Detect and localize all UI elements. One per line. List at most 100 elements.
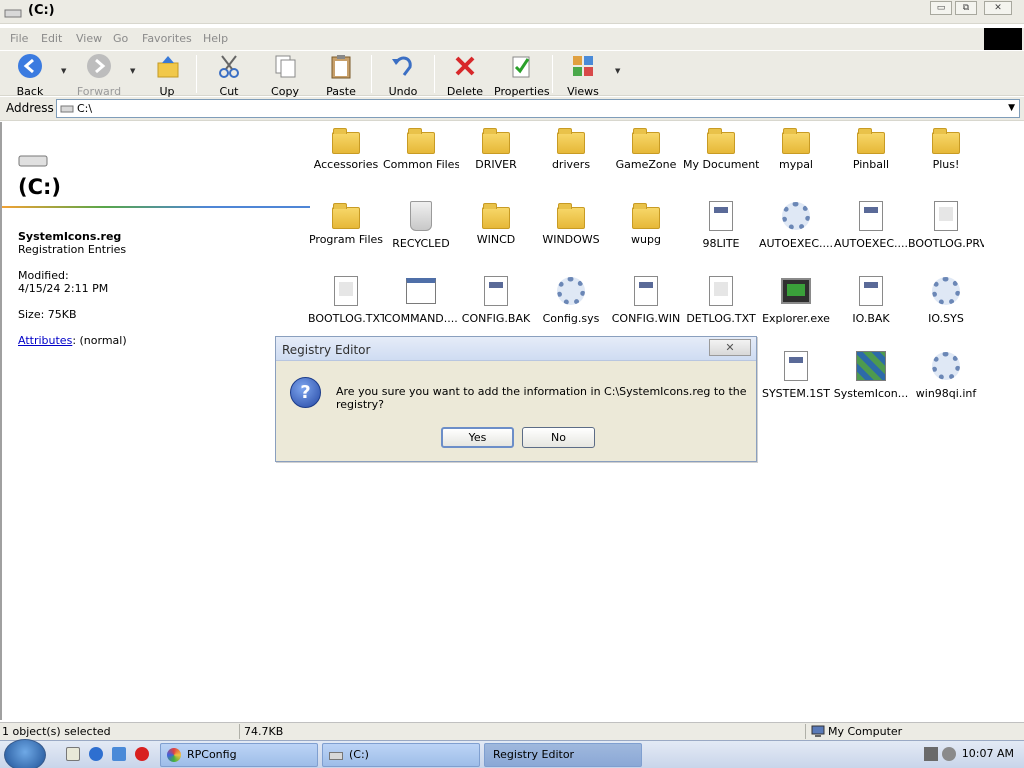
task-registry-editor[interactable]: Registry Editor — [484, 743, 642, 767]
forward-dropdown-icon[interactable]: ▼ — [130, 67, 135, 75]
folder-icon — [932, 128, 960, 154]
file-name: IO.SYS — [928, 312, 964, 325]
file-item[interactable]: CONFIG.BAK — [458, 276, 534, 325]
file-item[interactable]: 98LITE — [683, 201, 759, 250]
file-item[interactable]: Explorer.exe — [758, 276, 834, 325]
file-item[interactable]: AUTOEXEC.... — [758, 201, 834, 250]
file-item[interactable]: BOOTLOG.PRV — [908, 201, 984, 250]
folder-icon — [557, 203, 585, 229]
views-dropdown-icon[interactable]: ▼ — [615, 67, 620, 75]
selected-file-name: SystemIcons.reg — [18, 230, 122, 243]
menu-file[interactable]: File — [10, 32, 28, 45]
file-name: AUTOEXEC.... — [833, 237, 909, 250]
menu-help[interactable]: Help — [203, 32, 228, 45]
file-item[interactable]: Accessories — [308, 126, 384, 171]
file-item[interactable]: DRIVER — [458, 126, 534, 171]
file-item[interactable]: GameZone — [608, 126, 684, 171]
copy-button[interactable]: Copy — [266, 53, 304, 98]
scissors-icon — [219, 55, 239, 78]
file-name: WINCD — [476, 233, 516, 246]
folder-icon — [557, 128, 585, 154]
file-item[interactable]: BOOTLOG.TXT — [308, 276, 384, 325]
address-dropdown-icon[interactable]: ▼ — [1008, 103, 1015, 113]
menu-favorites[interactable]: Favorites — [142, 32, 192, 45]
file-item[interactable]: COMMAND.... — [383, 276, 459, 325]
doc-icon — [784, 351, 808, 381]
close-button[interactable]: ✕ — [984, 1, 1012, 15]
paste-button[interactable]: Paste — [320, 53, 362, 98]
network-tray-icon[interactable] — [924, 747, 938, 761]
file-item[interactable]: SYSTEM.1ST — [758, 351, 834, 400]
file-item[interactable]: AUTOEXEC.... — [833, 201, 909, 250]
undo-button[interactable]: Undo — [383, 53, 423, 98]
dialog-close-button[interactable]: ✕ — [709, 339, 751, 356]
no-button[interactable]: No — [522, 427, 595, 448]
file-item[interactable]: Plus! — [908, 126, 984, 171]
yes-button[interactable]: Yes — [441, 427, 514, 448]
clipboard-icon — [331, 55, 351, 79]
file-name: SYSTEM.1ST — [761, 387, 831, 400]
address-field[interactable]: C:\ ▼ — [56, 99, 1020, 118]
file-item[interactable]: DETLOG.TXT — [683, 276, 759, 325]
status-bar: 1 object(s) selected 74.7KB My Computer — [0, 722, 1024, 740]
file-item[interactable]: Common Files — [383, 126, 459, 171]
start-button[interactable] — [4, 739, 46, 768]
task-c-drive[interactable]: (C:) — [322, 743, 480, 767]
file-item[interactable]: RECYCLED — [383, 201, 459, 250]
doc-plain-icon — [709, 276, 733, 306]
internet-explorer-icon[interactable] — [89, 747, 103, 761]
file-item[interactable]: Config.sys — [533, 276, 609, 325]
file-item[interactable]: CONFIG.WIN — [608, 276, 684, 325]
file-item[interactable]: win98qi.inf — [908, 351, 984, 400]
file-name: BOOTLOG.PRV — [908, 237, 984, 250]
file-item[interactable]: IO.SYS — [908, 276, 984, 325]
back-dropdown-icon[interactable]: ▼ — [61, 67, 66, 75]
file-item[interactable]: drivers — [533, 126, 609, 171]
file-item[interactable]: My Documents — [683, 126, 759, 171]
status-selected: 1 object(s) selected — [2, 725, 111, 738]
file-name: win98qi.inf — [915, 387, 977, 400]
menu-view[interactable]: View — [76, 32, 102, 45]
cut-button[interactable]: Cut — [210, 53, 248, 98]
modified-value: 4/15/24 2:11 PM — [18, 282, 109, 295]
rpconfig-icon — [167, 748, 181, 762]
file-item[interactable]: WINCD — [458, 201, 534, 246]
task-rpconfig[interactable]: RPConfig — [160, 743, 318, 767]
doc-icon — [634, 276, 658, 306]
views-button[interactable]: Views — [566, 53, 600, 98]
file-item[interactable]: IO.BAK — [833, 276, 909, 325]
menu-go[interactable]: Go — [113, 32, 128, 45]
file-name: Common Files — [383, 158, 459, 171]
notepad-icon[interactable] — [66, 747, 80, 761]
mouse-cursor — [863, 509, 883, 529]
file-item[interactable]: wupg — [608, 201, 684, 246]
file-name: Plus! — [932, 158, 960, 171]
taskbar: RPConfig (C:) Registry Editor 10:07 AM — [0, 739, 1024, 768]
file-item[interactable]: WINDOWS — [533, 201, 609, 246]
delete-button[interactable]: Delete — [444, 53, 486, 98]
opera-icon[interactable] — [135, 747, 149, 761]
forward-button[interactable]: Forward — [76, 53, 122, 98]
file-name: 98LITE — [702, 237, 740, 250]
properties-button[interactable]: Properties — [494, 53, 550, 98]
file-name: mypal — [778, 158, 813, 171]
gear-icon — [557, 277, 585, 305]
menu-edit[interactable]: Edit — [41, 32, 62, 45]
dialog-title: Registry Editor — [282, 343, 371, 357]
up-button[interactable]: Up — [150, 53, 184, 98]
file-item[interactable]: Program Files — [308, 201, 384, 246]
file-item[interactable]: Pinball — [833, 126, 909, 171]
menu-bar: File Edit View Go Favorites Help — [0, 28, 1024, 50]
file-item[interactable]: mypal — [758, 126, 834, 171]
file-item[interactable]: SystemIcon... — [833, 351, 909, 400]
attributes-value: : (normal) — [72, 334, 127, 347]
copy-icon — [275, 55, 296, 78]
back-button[interactable]: Back — [10, 53, 50, 98]
volume-tray-icon[interactable] — [942, 747, 956, 761]
maximize-button[interactable]: ⧉ — [955, 1, 977, 15]
status-size: 74.7KB — [244, 725, 284, 738]
minimize-button[interactable]: ▭ — [930, 1, 952, 15]
attributes-link[interactable]: Attributes — [18, 334, 72, 347]
outlook-icon[interactable] — [112, 747, 126, 761]
address-bar: Address C:\ ▼ — [0, 97, 1024, 121]
